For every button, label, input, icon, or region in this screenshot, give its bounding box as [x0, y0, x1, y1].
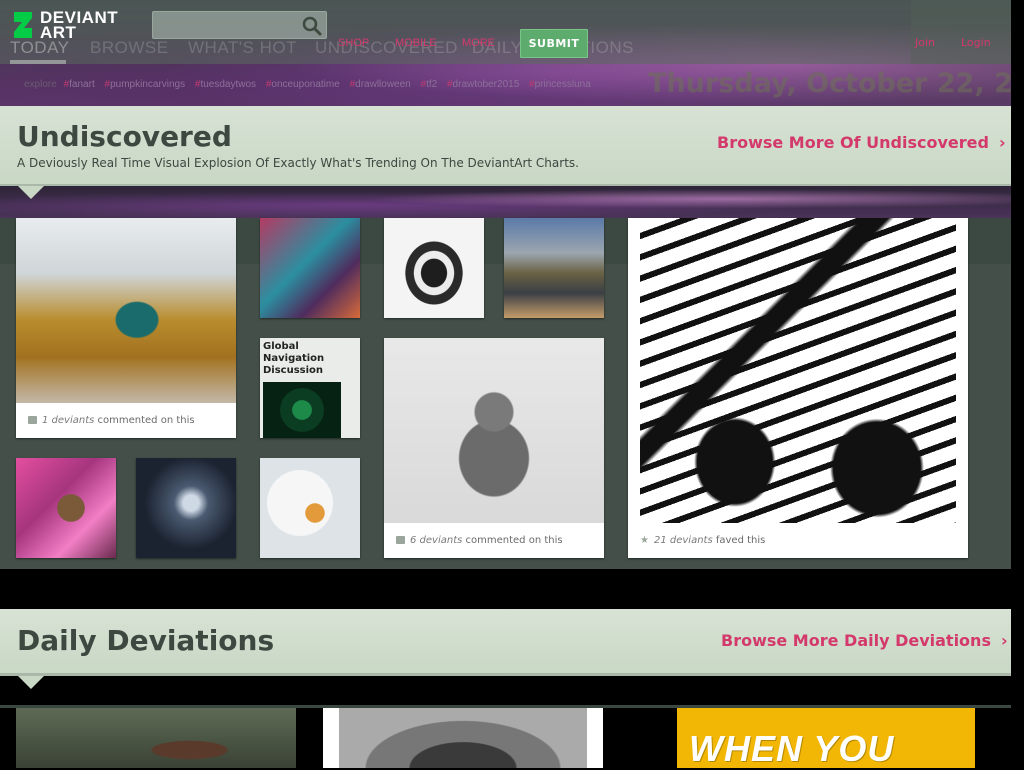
- browse-daily-deviations-link[interactable]: Browse More Daily Deviations ›: [721, 631, 1008, 650]
- nav-more[interactable]: MORE: [462, 37, 495, 49]
- tag-link[interactable]: #tuesdaytwos: [195, 79, 256, 90]
- submit-button[interactable]: SUBMIT: [520, 29, 588, 58]
- nav-shop[interactable]: SHOP: [338, 37, 369, 49]
- deviation-thumbnail[interactable]: [384, 218, 484, 318]
- undiscovered-title: Undiscovered: [17, 120, 232, 153]
- deviation-thumbnail[interactable]: [260, 458, 360, 558]
- section-notch: [18, 676, 44, 689]
- comment-caption: 6 deviants commented on this: [396, 535, 563, 546]
- discussion-thumbnail: [263, 382, 341, 438]
- deviation-card[interactable]: ★ 21 deviants faved this: [628, 218, 968, 558]
- deviation-card[interactable]: 1 deviants commented on this: [16, 218, 236, 438]
- chevron-right-icon: ›: [1000, 631, 1008, 650]
- logo-wordmark: DEVIANT ART: [40, 8, 119, 42]
- deviation-card[interactable]: 6 deviants commented on this: [384, 338, 604, 558]
- comment-icon: [396, 536, 405, 544]
- comic-card[interactable]: WHEN YOU: [677, 708, 975, 769]
- chevron-right-icon: ›: [998, 133, 1006, 152]
- tag-link[interactable]: #drawtober2015: [447, 79, 519, 90]
- comic-thumbnail[interactable]: [640, 218, 956, 523]
- deviation-thumbnail[interactable]: [16, 458, 116, 558]
- browse-undiscovered-label: Browse More Of Undiscovered: [717, 133, 989, 152]
- section-divider: [0, 673, 1011, 676]
- search-box[interactable]: [152, 11, 327, 39]
- trending-tags: explore #fanart #pumpkincarvings #tuesda…: [24, 79, 598, 90]
- tags-label: explore: [24, 79, 57, 90]
- section-notch: [18, 186, 44, 199]
- top-bar-auth-area: [911, 0, 1011, 64]
- deviation-thumbnail[interactable]: [136, 458, 236, 558]
- browse-daily-label: Browse More Daily Deviations: [721, 631, 991, 650]
- tag-link[interactable]: #drawlloween: [350, 79, 411, 90]
- nav-browse[interactable]: BROWSE: [90, 38, 169, 58]
- page-edge: [1011, 0, 1024, 768]
- deviantart-logo[interactable]: DEVIANT ART: [12, 8, 132, 42]
- comment-icon: [28, 416, 37, 424]
- deviation-thumbnail[interactable]: [16, 708, 296, 768]
- today-date: Thursday, October 22, 2015: [648, 68, 1024, 99]
- search-icon[interactable]: [301, 15, 323, 37]
- browse-undiscovered-link[interactable]: Browse More Of Undiscovered ›: [717, 133, 1006, 152]
- tag-link[interactable]: #fanart: [64, 79, 95, 90]
- galaxy-divider: [0, 186, 1011, 218]
- section-gap: [0, 569, 1011, 609]
- deviation-card[interactable]: [323, 708, 603, 768]
- nav-today[interactable]: TODAY: [10, 38, 70, 58]
- deviation-thumbnail[interactable]: [384, 338, 604, 523]
- tag-link[interactable]: #onceuponatime: [266, 79, 340, 90]
- deviation-thumbnail[interactable]: [16, 218, 236, 403]
- deviation-thumbnail[interactable]: [504, 218, 604, 318]
- nav-active-underline: [10, 60, 66, 64]
- deviation-thumbnail[interactable]: [260, 218, 360, 318]
- daily-deviations-title: Daily Deviations: [17, 624, 275, 657]
- tag-link[interactable]: #pumpkincarvings: [105, 79, 186, 90]
- login-link[interactable]: Login: [961, 36, 991, 49]
- tag-link[interactable]: #tf2: [421, 79, 438, 90]
- star-icon: ★: [640, 535, 649, 546]
- global-navigation-discussion-card[interactable]: Global Navigation Discussion: [260, 338, 360, 438]
- comic-title: WHEN YOU: [689, 728, 895, 769]
- comment-caption: 1 deviants commented on this: [28, 415, 195, 426]
- tag-link[interactable]: #princessluna: [529, 79, 591, 90]
- fave-caption: ★ 21 deviants faved this: [640, 535, 766, 546]
- undiscovered-description: A Deviously Real Time Visual Explosion O…: [17, 156, 579, 170]
- nav-mobile[interactable]: MOBILE: [395, 37, 437, 49]
- discussion-title: Global Navigation Discussion: [263, 341, 325, 376]
- join-link[interactable]: Join: [915, 36, 935, 49]
- deviantart-logo-icon: [14, 12, 32, 38]
- search-input[interactable]: [153, 12, 301, 38]
- deviation-thumbnail[interactable]: [339, 708, 587, 768]
- nav-whats-hot[interactable]: WHAT'S HOT: [188, 38, 297, 58]
